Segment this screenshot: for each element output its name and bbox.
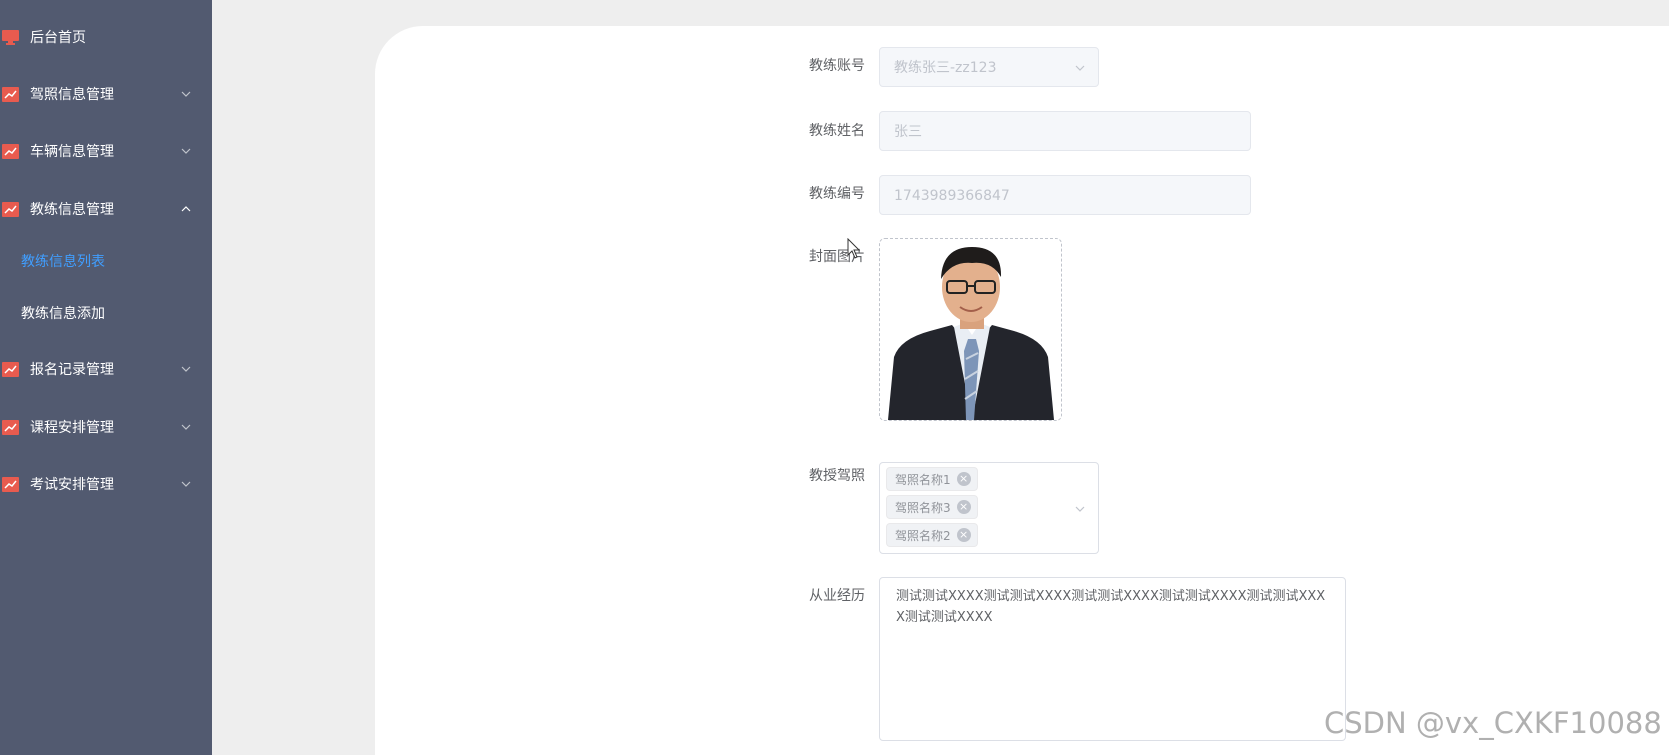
- coach-account-label: 教练账号: [809, 58, 865, 74]
- menu-item-coach-management[interactable]: 教练信息管理: [0, 189, 212, 229]
- coach-number-value: 1743989366847: [894, 188, 1010, 204]
- chart-icon: [2, 476, 19, 492]
- coach-account-value: 教练张三-zz123: [894, 60, 997, 76]
- close-icon[interactable]: ×: [956, 472, 971, 486]
- chevron-up-icon: [181, 206, 191, 212]
- monitor-icon: [2, 29, 19, 45]
- menu-item-label: 后台首页: [30, 30, 86, 46]
- licenses-multi-select[interactable]: 驾照名称1 × 驾照名称3 × 驾照名称2 ×: [879, 462, 1099, 554]
- licenses-label: 教授驾照: [809, 468, 865, 484]
- chart-icon: [2, 143, 19, 159]
- watermark: CSDN @vx_CXKF10088: [1324, 706, 1662, 740]
- menu-item-exam-management[interactable]: 考试安排管理: [0, 464, 212, 504]
- license-tag-label: 驾照名称1: [895, 472, 951, 487]
- experience-textarea[interactable]: 测试测试XXXX测试测试XXXX测试测试XXXX测试测试XXXX测试测试XXXX…: [879, 577, 1346, 741]
- mouse-cursor-icon: [847, 238, 861, 259]
- license-tag: 驾照名称3 ×: [886, 495, 978, 519]
- coach-number-label: 教练编号: [809, 186, 865, 202]
- coach-number-input[interactable]: 1743989366847: [879, 175, 1251, 215]
- chevron-down-icon: [181, 424, 191, 430]
- sidebar: 后台首页 驾照信息管理 车辆信息管理 教练信息管理 教练信息列表 教练信息添加 …: [0, 0, 212, 755]
- coach-account-select[interactable]: 教练张三-zz123: [879, 47, 1099, 87]
- chart-icon: [2, 86, 19, 102]
- chevron-down-icon: [1075, 65, 1085, 71]
- coach-name-input[interactable]: 张三: [879, 111, 1251, 151]
- chart-icon: [2, 419, 19, 435]
- close-icon[interactable]: ×: [956, 500, 971, 514]
- coach-photo: [880, 239, 1061, 420]
- chevron-down-icon: [181, 481, 191, 487]
- license-tag-label: 驾照名称3: [895, 500, 951, 515]
- coach-name-label: 教练姓名: [809, 123, 865, 139]
- menu-item-course-management[interactable]: 课程安排管理: [0, 407, 212, 447]
- license-tag: 驾照名称2 ×: [886, 523, 978, 547]
- license-tag: 驾照名称1 ×: [886, 467, 978, 491]
- close-icon[interactable]: ×: [956, 528, 971, 542]
- submenu-item-coach-list[interactable]: 教练信息列表: [21, 243, 105, 279]
- chevron-down-icon: [181, 91, 191, 97]
- menu-item-vehicle-management[interactable]: 车辆信息管理: [0, 131, 212, 171]
- chart-icon: [2, 361, 19, 377]
- submenu-item-coach-add[interactable]: 教练信息添加: [21, 295, 105, 331]
- coach-name-value: 张三: [894, 124, 922, 140]
- menu-item-home[interactable]: 后台首页: [0, 17, 212, 57]
- license-tag-label: 驾照名称2: [895, 528, 951, 543]
- chevron-down-icon: [1075, 506, 1085, 512]
- chart-icon: [2, 201, 19, 217]
- menu-item-license-management[interactable]: 驾照信息管理: [0, 74, 212, 114]
- chevron-down-icon: [181, 366, 191, 372]
- chevron-down-icon: [181, 148, 191, 154]
- cover-image-upload[interactable]: [879, 238, 1062, 421]
- experience-label: 从业经历: [809, 588, 865, 604]
- menu-item-registration-management[interactable]: 报名记录管理: [0, 349, 212, 389]
